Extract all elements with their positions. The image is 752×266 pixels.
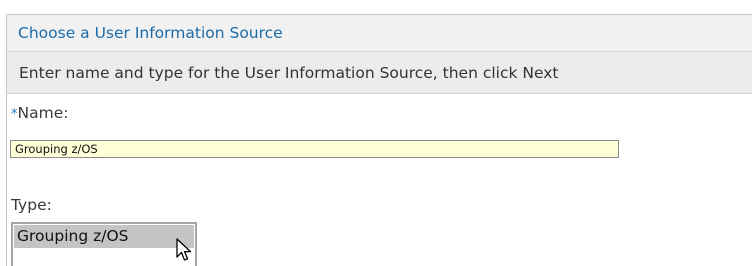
wizard-panel: Choose a User Information Source Enter n…: [0, 0, 752, 266]
name-label-text: Name:: [17, 104, 69, 122]
name-input[interactable]: [10, 140, 619, 158]
name-field-label: *Name:: [11, 104, 68, 122]
page-title: Choose a User Information Source: [18, 24, 283, 42]
wizard-header: Choose a User Information Source: [7, 15, 752, 52]
mouse-pointer-icon: [176, 238, 192, 261]
instruction-text: Enter name and type for the User Informa…: [19, 64, 559, 82]
type-option-selected[interactable]: Grouping z/OS: [14, 225, 194, 248]
type-listbox[interactable]: Grouping z/OS: [11, 222, 197, 266]
instruction-bar: Enter name and type for the User Informa…: [7, 52, 752, 94]
type-field-label: Type:: [11, 196, 52, 214]
